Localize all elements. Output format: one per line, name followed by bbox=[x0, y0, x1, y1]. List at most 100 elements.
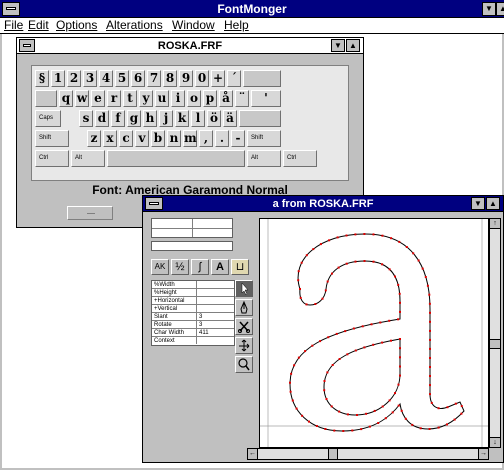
key-3[interactable]: 3 bbox=[83, 70, 97, 87]
metric-horizontal[interactable]: +Horizontal bbox=[152, 297, 234, 305]
key-enter[interactable] bbox=[239, 110, 281, 127]
key-o-umlaut[interactable]: ö bbox=[207, 110, 221, 127]
key-shift-left[interactable]: Shift bbox=[35, 130, 69, 147]
key-5[interactable]: 5 bbox=[115, 70, 129, 87]
key-7[interactable]: 7 bbox=[147, 70, 161, 87]
metric-vertical[interactable]: +Vertical bbox=[152, 305, 234, 313]
key-period[interactable]: . bbox=[215, 130, 229, 147]
key-w[interactable]: w bbox=[75, 90, 89, 107]
integral-button[interactable]: ∫ bbox=[191, 259, 209, 275]
menu-help[interactable]: Help bbox=[224, 18, 249, 33]
pen-tool-icon[interactable] bbox=[235, 299, 253, 316]
key-caps[interactable]: Caps bbox=[35, 110, 61, 127]
menu-alterations[interactable]: Alterations bbox=[106, 18, 163, 33]
metric-height[interactable]: %Height bbox=[152, 289, 234, 297]
key-c[interactable]: c bbox=[119, 130, 133, 147]
key-less[interactable] bbox=[71, 130, 85, 147]
keyboard-minimize-button[interactable]: ▼ bbox=[331, 39, 345, 52]
fraction-button[interactable]: ½ bbox=[171, 259, 189, 275]
key-a-umlaut[interactable]: ä bbox=[223, 110, 237, 127]
key-p[interactable]: p bbox=[203, 90, 217, 107]
scroll-thumb-h[interactable] bbox=[328, 449, 338, 459]
move-tool-icon[interactable] bbox=[235, 337, 253, 354]
key-s[interactable]: s bbox=[79, 110, 93, 127]
letter-a-button[interactable]: A bbox=[211, 259, 229, 275]
key-minus[interactable]: - bbox=[231, 130, 245, 147]
scroll-right-arrow-icon[interactable]: → bbox=[478, 449, 488, 459]
cup-button[interactable]: ⊔ bbox=[231, 259, 249, 275]
key-x[interactable]: x bbox=[103, 130, 117, 147]
metric-char-width[interactable]: Char Width 411 bbox=[152, 329, 234, 337]
metric-rotate[interactable]: Rotate 3 bbox=[152, 321, 234, 329]
key-0[interactable]: 0 bbox=[195, 70, 209, 87]
metric-width[interactable]: %Width bbox=[152, 281, 234, 289]
metric-rotate-value[interactable]: 3 bbox=[196, 321, 235, 328]
key-i[interactable]: i bbox=[171, 90, 185, 107]
menu-edit[interactable]: Edit bbox=[28, 18, 49, 33]
key-6[interactable]: 6 bbox=[131, 70, 145, 87]
metric-width-value[interactable] bbox=[196, 281, 235, 288]
key-alt-right[interactable]: Alt bbox=[247, 150, 281, 167]
key-l[interactable]: l bbox=[191, 110, 205, 127]
key-a-ring[interactable]: å bbox=[219, 90, 233, 107]
key-f[interactable]: f bbox=[111, 110, 125, 127]
key-g[interactable]: g bbox=[127, 110, 141, 127]
key-v[interactable]: v bbox=[135, 130, 149, 147]
metric-height-value[interactable] bbox=[196, 289, 235, 296]
key-alt-left[interactable]: Alt bbox=[71, 150, 105, 167]
key-9[interactable]: 9 bbox=[179, 70, 193, 87]
key-4[interactable]: 4 bbox=[99, 70, 113, 87]
metric-char-width-value[interactable]: 411 bbox=[196, 329, 235, 336]
key-ctrl-left[interactable]: Ctrl bbox=[35, 150, 69, 167]
key-apostrophe[interactable]: ' bbox=[251, 90, 281, 107]
menu-window[interactable]: Window bbox=[172, 18, 215, 33]
glyph-maximize-button[interactable]: ▲ bbox=[486, 197, 500, 210]
metric-slant[interactable]: Slant 3 bbox=[152, 313, 234, 321]
metric-slant-value[interactable]: 3 bbox=[196, 313, 235, 320]
keyboard-action-button[interactable] bbox=[67, 206, 113, 220]
key-k[interactable]: k bbox=[175, 110, 189, 127]
cut-tool-icon[interactable] bbox=[235, 318, 253, 335]
zoom-tool-icon[interactable] bbox=[235, 356, 253, 373]
key-h[interactable]: h bbox=[143, 110, 157, 127]
scroll-up-arrow-icon[interactable]: ↑ bbox=[490, 219, 500, 229]
key-acute[interactable]: ´ bbox=[227, 70, 241, 87]
pointer-tool-icon[interactable] bbox=[235, 280, 253, 297]
scroll-thumb[interactable] bbox=[490, 339, 500, 349]
metric-context[interactable]: Context bbox=[152, 337, 234, 345]
key-n[interactable]: n bbox=[167, 130, 181, 147]
key-y[interactable]: y bbox=[139, 90, 153, 107]
vertical-scrollbar[interactable]: ↑ ↓ bbox=[489, 218, 501, 448]
key-2[interactable]: 2 bbox=[67, 70, 81, 87]
key-1[interactable]: 1 bbox=[51, 70, 65, 87]
kern-button[interactable]: AK bbox=[151, 259, 169, 275]
menu-options[interactable]: Options bbox=[56, 18, 97, 33]
metric-vertical-value[interactable] bbox=[196, 305, 235, 312]
key-r[interactable]: r bbox=[107, 90, 121, 107]
key-a[interactable] bbox=[63, 110, 77, 127]
glyph-canvas[interactable] bbox=[259, 218, 489, 448]
minimize-button[interactable]: ▼ bbox=[482, 2, 496, 16]
key-shift-right[interactable]: Shift bbox=[247, 130, 281, 147]
key-b[interactable]: b bbox=[151, 130, 165, 147]
glyph-minimize-button[interactable]: ▼ bbox=[471, 197, 485, 210]
key-z[interactable]: z bbox=[87, 130, 101, 147]
key-8[interactable]: 8 bbox=[163, 70, 177, 87]
key-j[interactable]: j bbox=[159, 110, 173, 127]
key-comma[interactable]: , bbox=[199, 130, 213, 147]
key-plus[interactable]: + bbox=[211, 70, 225, 87]
scroll-down-arrow-icon[interactable]: ↓ bbox=[490, 437, 500, 447]
metric-context-value[interactable] bbox=[196, 337, 235, 344]
key-e[interactable]: e bbox=[91, 90, 105, 107]
metric-horizontal-value[interactable] bbox=[196, 297, 235, 304]
scroll-left-arrow-icon[interactable]: ← bbox=[248, 449, 258, 459]
key-o[interactable]: o bbox=[187, 90, 201, 107]
key-q[interactable]: q bbox=[59, 90, 73, 107]
maximize-button[interactable]: ▲ bbox=[496, 2, 504, 16]
glyph-outline[interactable] bbox=[260, 219, 489, 448]
key-d[interactable]: d bbox=[95, 110, 109, 127]
menu-file[interactable]: File bbox=[4, 18, 23, 33]
key-ctrl-right[interactable]: Ctrl bbox=[283, 150, 317, 167]
keyboard-maximize-button[interactable]: ▲ bbox=[346, 39, 360, 52]
key-tab[interactable] bbox=[35, 90, 57, 107]
